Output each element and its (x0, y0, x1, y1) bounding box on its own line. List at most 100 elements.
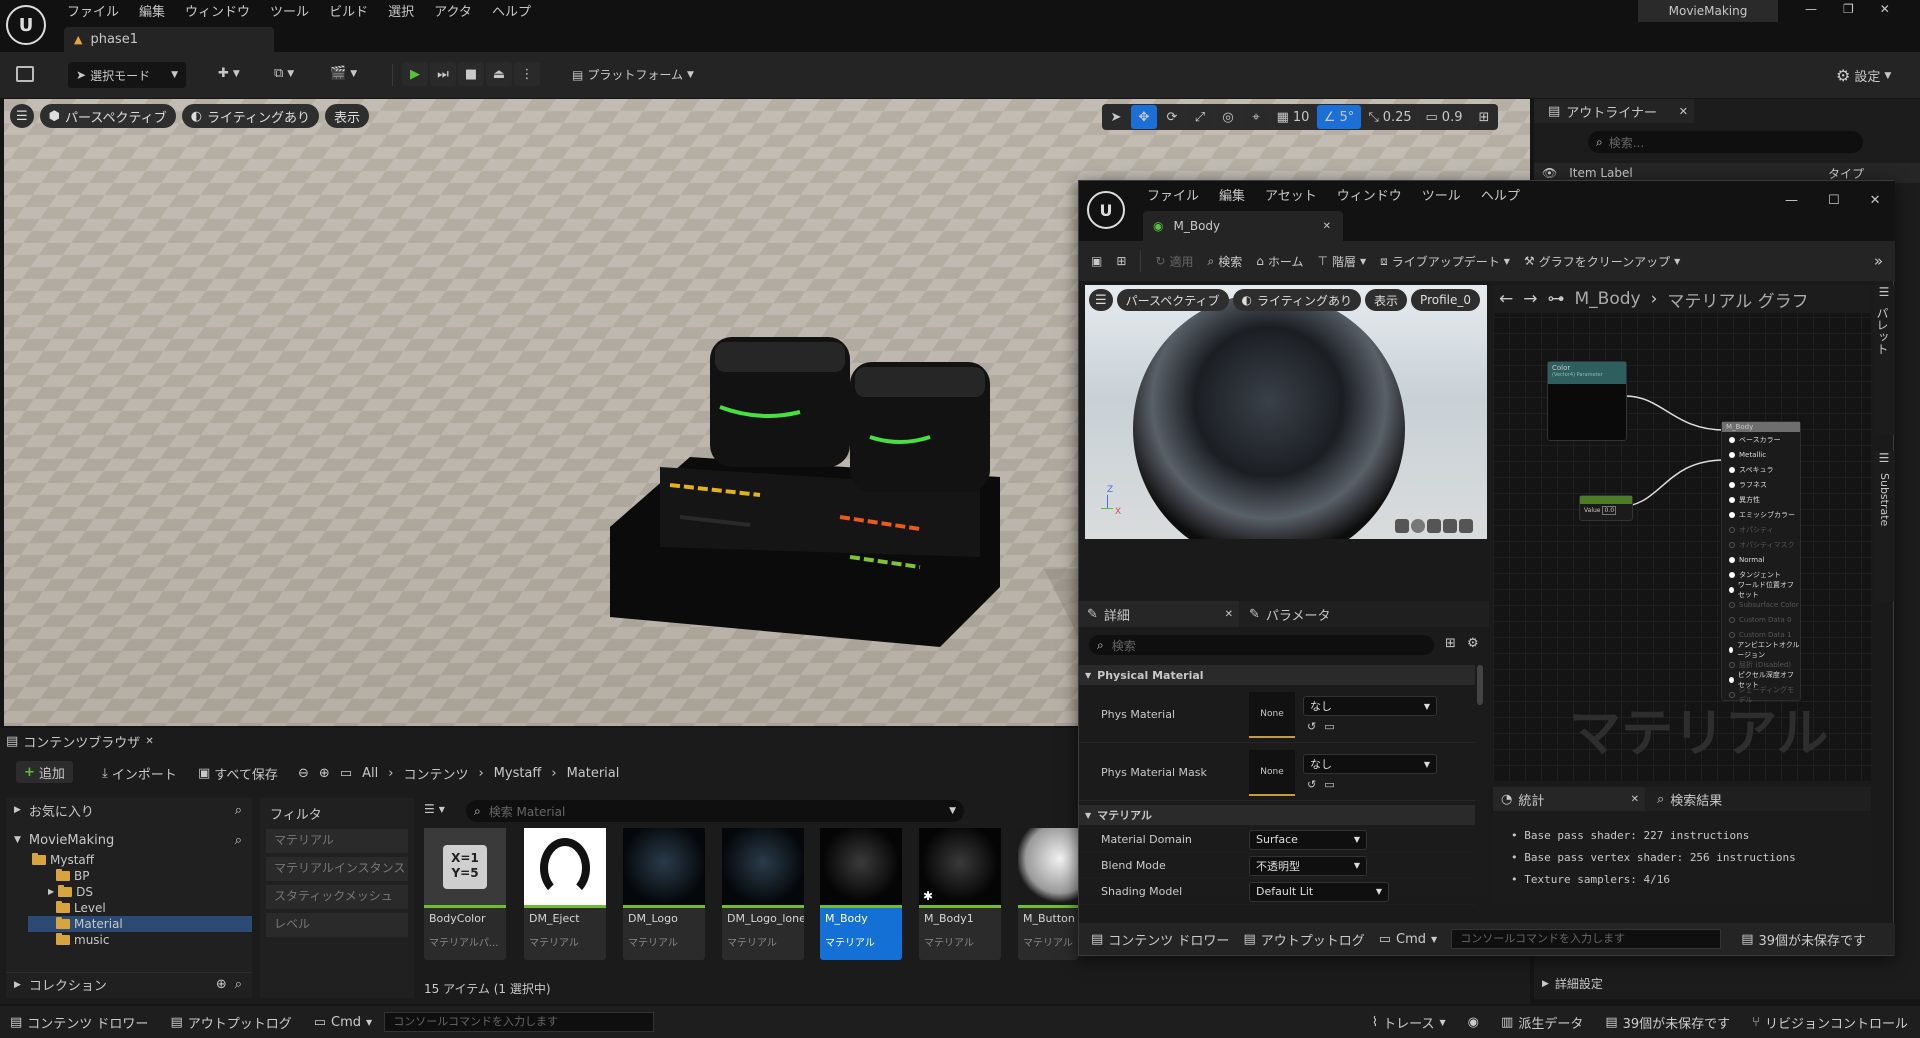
settings-button[interactable]: ⚙ 設定 ▼ (1836, 66, 1891, 85)
tree-item-music[interactable]: music (28, 932, 252, 948)
me-console-input[interactable]: コンソールコマンドを入力します (1451, 929, 1722, 949)
translate-tool-icon[interactable]: ✥ (1131, 105, 1157, 129)
unreal-logo[interactable]: U (6, 5, 46, 45)
result-node-pin[interactable]: ラフネス (1722, 477, 1800, 492)
record-icon[interactable]: ◉ (1468, 1015, 1479, 1030)
viewport-perspective[interactable]: ⬢ パースペクティブ (39, 104, 176, 128)
details-scrollbar[interactable] (1477, 665, 1483, 705)
details-search-input[interactable]: ⌕ 検索 (1089, 635, 1434, 655)
stop-icon[interactable]: ■ (458, 62, 484, 86)
stats-tab[interactable]: ◔ 統計 ✕ (1493, 787, 1645, 811)
color-param-node[interactable]: Color (Vector4) Parameter (1547, 361, 1627, 441)
preview-perspective[interactable]: パースペクティブ (1116, 289, 1229, 311)
save-icon[interactable] (16, 66, 34, 82)
sphere-icon[interactable] (1411, 519, 1425, 533)
live-update-button[interactable]: ⧈ ライブアップデート ▼ (1380, 253, 1510, 270)
asset-tile[interactable]: M_Button マテリアル (1018, 828, 1078, 960)
more-options-icon[interactable]: ⋮ (514, 62, 540, 86)
minimize-icon[interactable]: — (1785, 193, 1798, 208)
close-icon[interactable]: ✕ (1631, 794, 1639, 805)
me-menu-window[interactable]: ウィンドウ (1337, 185, 1402, 204)
blueprint-button[interactable]: ⧉ ▼ (274, 66, 294, 81)
value-field[interactable]: 0.0 (1602, 506, 1617, 515)
filter-material[interactable]: マテリアル (266, 829, 408, 853)
teapot-icon[interactable] (1459, 519, 1473, 533)
result-node-pin[interactable]: Custom Data 0 (1722, 612, 1800, 627)
preview-profile[interactable]: Profile_0 (1411, 289, 1480, 311)
close-icon[interactable]: ✕ (1323, 221, 1331, 232)
step-icon[interactable]: ⏭ (430, 62, 456, 86)
menu-tools[interactable]: ツール (270, 1, 309, 20)
substrate-side-tab[interactable]: ☰ Substrate (1873, 451, 1895, 601)
world-space-icon[interactable]: ◎ (1215, 105, 1241, 129)
unreal-logo[interactable]: U (1087, 191, 1125, 229)
blend-mode-dropdown[interactable]: 不透明型 ▼ (1249, 855, 1367, 876)
phys-material-mask-dropdown[interactable]: なし ▼ (1303, 754, 1437, 774)
camera-speed-icon[interactable]: ▭ 0.9 (1419, 105, 1469, 129)
console-input[interactable]: コンソールコマンドを入力します (384, 1012, 655, 1032)
scale-tool-icon[interactable]: ⤢ (1187, 105, 1213, 129)
preview-menu-icon[interactable]: ☰ (1089, 289, 1113, 311)
me-menu-file[interactable]: ファイル (1147, 185, 1199, 204)
filter-material-instance[interactable]: マテリアルインスタンス (266, 857, 408, 881)
result-node-pin[interactable]: Normal (1722, 552, 1800, 567)
preview-show[interactable]: 表示 (1365, 289, 1408, 311)
browse-icon[interactable]: ⊞ (1116, 254, 1126, 268)
search-icon[interactable]: ⌕ (235, 803, 242, 818)
output-log-button[interactable]: ▤ アウトプットログ (170, 1013, 291, 1032)
breadcrumb-material[interactable]: Material (567, 766, 620, 781)
reset-icon[interactable]: ↺ (1307, 778, 1316, 791)
details-tab[interactable]: ✎ 詳細 ✕ (1079, 601, 1239, 627)
project-header[interactable]: ▼ MovieMaking ⌕ (6, 828, 252, 852)
add-button[interactable]: + 追加 (16, 761, 73, 783)
select-tool-icon[interactable]: ➤ (1103, 105, 1129, 129)
result-node-pin[interactable]: 異方性 (1722, 492, 1800, 507)
menu-window[interactable]: ウィンドウ (185, 1, 250, 20)
close-icon[interactable]: ✕ (145, 736, 153, 747)
browse-folder-icon[interactable]: ▭ (1324, 778, 1334, 791)
scalar-param-node[interactable]: Value 0.0 (1579, 495, 1633, 521)
cmd-button[interactable]: ▭ Cmd ▼ (314, 1015, 372, 1030)
palette-side-tab[interactable]: ☰ パレット (1873, 285, 1895, 435)
phys-material-mask-thumb[interactable]: None (1249, 749, 1295, 796)
phys-material-thumb[interactable]: None (1249, 691, 1295, 738)
save-all-button[interactable]: ▣ すべて保存 (198, 764, 278, 783)
result-node-pin[interactable]: スペキュラ (1722, 462, 1800, 477)
plane-icon[interactable] (1427, 519, 1441, 533)
home-button[interactable]: ⌂ ホーム (1256, 253, 1303, 270)
rotate-tool-icon[interactable]: ⟳ (1159, 105, 1185, 129)
me-content-drawer-button[interactable]: ▤ コンテンツ ドロワー (1091, 930, 1229, 949)
cylinder-icon[interactable] (1395, 519, 1409, 533)
viewport-lighting[interactable]: ◐ ライティングあり (181, 104, 319, 128)
result-node-pin[interactable]: オパシティマスク (1722, 537, 1800, 552)
section-material[interactable]: ▼ マテリアル (1079, 805, 1475, 825)
material-preview-viewport[interactable]: ☰ パースペクティブ ◐ ライティングあり 表示 Profile_0 Z X (1085, 285, 1487, 539)
reset-icon[interactable]: ↺ (1307, 720, 1316, 733)
outliner-col-type[interactable]: タイプ (1828, 165, 1864, 182)
breadcrumb-mystaff[interactable]: Mystaff (494, 766, 542, 781)
gear-icon[interactable]: ⚙ (1467, 636, 1479, 651)
search-icon[interactable]: ⌕ (235, 977, 242, 992)
back-icon[interactable]: ⊖ (298, 766, 309, 781)
result-node-pin[interactable]: Metallic (1722, 447, 1800, 462)
menu-build[interactable]: ビルド (329, 1, 368, 20)
phys-material-dropdown[interactable]: なし ▼ (1303, 696, 1437, 716)
result-node[interactable]: M_Body ベースカラー Metallic スペキュラ ラフネス 異方性 エミッシブカラ… (1721, 421, 1801, 704)
outliner-search[interactable]: ⌕ 検索... (1588, 131, 1863, 153)
me-asset-tab[interactable]: ◉ M_Body ✕ (1143, 211, 1343, 241)
add-actor-button[interactable]: ✚ ▼ (218, 66, 240, 81)
save-icon[interactable]: ▣ (1091, 254, 1102, 268)
tree-item-level[interactable]: Level (28, 900, 252, 916)
params-tab[interactable]: ✎ パラメータ (1239, 605, 1331, 624)
asset-tile[interactable]: X=1 Y=5 BodyColor マテリアルパ... (424, 828, 506, 960)
search-results-tab[interactable]: ⌕ 検索結果 (1645, 790, 1722, 809)
play-icon[interactable]: ▶ (402, 62, 428, 86)
close-icon[interactable]: ✕ (1225, 609, 1233, 620)
result-node-pin[interactable]: ベースカラー (1722, 432, 1800, 447)
viewport-menu-icon[interactable]: ☰ (10, 104, 34, 128)
scale-snap-icon[interactable]: ⤡ 0.25 (1363, 105, 1417, 129)
filter-level[interactable]: レベル (266, 913, 408, 937)
asset-tile[interactable]: DM_Logo マテリアル (623, 828, 705, 960)
maximize-icon[interactable]: ☐ (1828, 193, 1840, 208)
import-button[interactable]: ⤓ インポート (102, 764, 177, 783)
